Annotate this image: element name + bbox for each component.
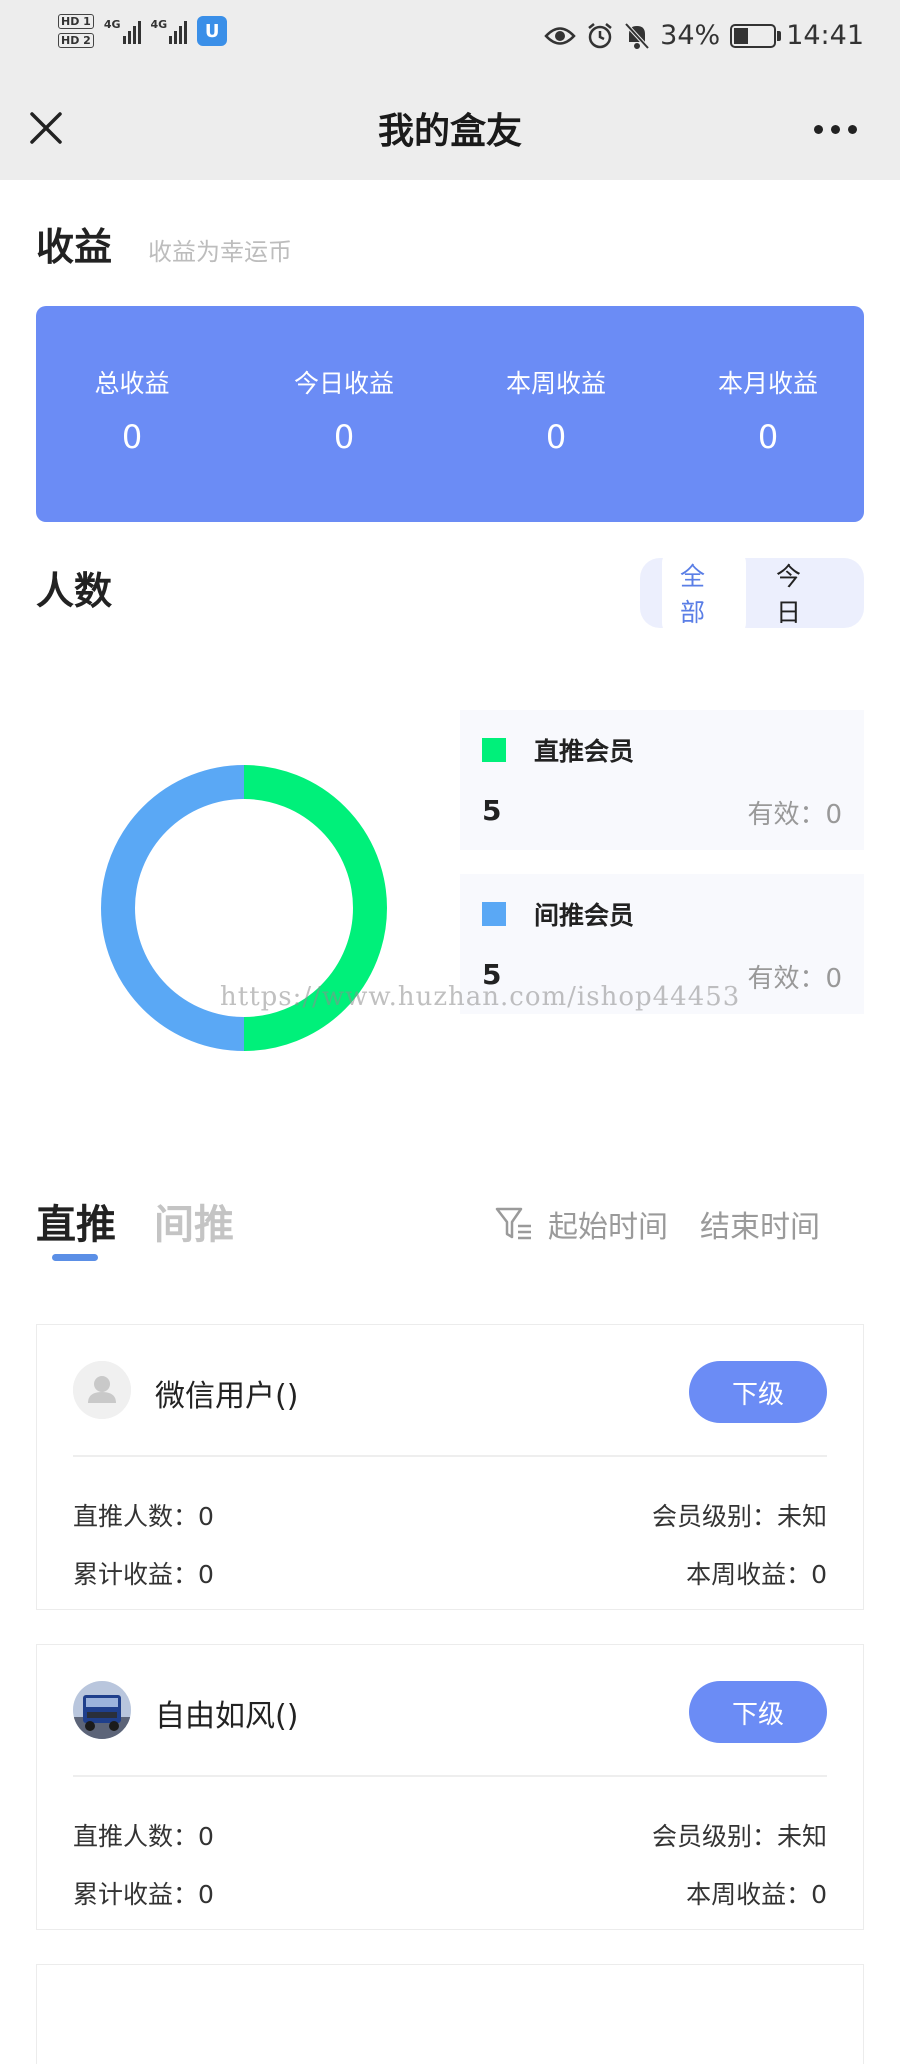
battery-percent: 34% bbox=[660, 20, 721, 51]
people-range-toggle: 全部 今日 bbox=[640, 549, 864, 637]
more-icon[interactable] bbox=[814, 114, 864, 144]
legend-direct-swatch bbox=[482, 738, 506, 762]
member-total-label: 累计收益： bbox=[73, 1880, 199, 1909]
member-week-label: 本周收益： bbox=[686, 1560, 812, 1589]
nav-bar: 我的盒友 bbox=[0, 78, 900, 180]
earnings-week-label: 本周收益 bbox=[505, 369, 606, 398]
member-tabs: 直推 间推 bbox=[36, 1192, 234, 1261]
earnings-today: 今日收益 0 bbox=[284, 364, 404, 522]
member-direct-count: 直推人数：0 bbox=[73, 1497, 214, 1533]
status-left: HD 1 HD 2 4G 4G U bbox=[58, 14, 228, 48]
member-direct-label: 直推人数： bbox=[73, 1822, 199, 1851]
tab-indirect[interactable]: 间推 bbox=[154, 1192, 234, 1250]
earnings-week: 本周收益 0 bbox=[496, 364, 616, 522]
member-level-value: 未知 bbox=[776, 1502, 827, 1531]
member-card: 自由如风() 下级 直推人数：0 会员级别：未知 累计收益：0 本周收益：0 bbox=[36, 1644, 864, 1930]
eye-icon bbox=[544, 26, 576, 45]
network-hd1: HD 1 bbox=[58, 14, 94, 29]
member-total-earnings: 累计收益：0 bbox=[73, 1875, 214, 1911]
toggle-all[interactable]: 全部 bbox=[662, 549, 746, 637]
start-time-picker[interactable]: 起始时间 bbox=[548, 1202, 668, 1246]
legend-direct-valid-label: 有效： bbox=[747, 800, 826, 830]
signal-label-1: 4G bbox=[103, 18, 121, 31]
member-week-value: 0 bbox=[811, 1560, 827, 1589]
legend-direct: 直推会员 5 有效：0 bbox=[460, 710, 864, 850]
earnings-total: 总收益 0 bbox=[72, 364, 192, 522]
member-total-label: 累计收益： bbox=[73, 1560, 199, 1589]
people-title: 人数 bbox=[36, 569, 113, 613]
legend-indirect-swatch bbox=[482, 902, 506, 926]
status-right: 34% 14:41 bbox=[544, 20, 864, 51]
earnings-month: 本月收益 0 bbox=[708, 364, 828, 522]
network-indicators: HD 1 HD 2 bbox=[58, 14, 94, 48]
filter-icon[interactable] bbox=[494, 1204, 534, 1244]
tab-active-indicator bbox=[52, 1254, 98, 1261]
member-week-label: 本周收益： bbox=[686, 1880, 812, 1909]
member-name: 自由如风() bbox=[155, 1699, 299, 1734]
subordinates-button[interactable]: 下级 bbox=[689, 1681, 827, 1743]
signal-icon-1: 4G bbox=[104, 18, 141, 44]
member-level-label: 会员级别： bbox=[651, 1502, 777, 1531]
end-time-picker[interactable]: 结束时间 bbox=[700, 1202, 820, 1246]
network-hd2-label: HD 2 bbox=[58, 33, 94, 48]
earnings-month-label: 本月收益 bbox=[717, 369, 818, 398]
member-direct-count: 直推人数：0 bbox=[73, 1817, 214, 1853]
member-card-partial bbox=[36, 1964, 864, 2064]
subordinates-button[interactable]: 下级 bbox=[689, 1361, 827, 1423]
member-level: 会员级别：未知 bbox=[652, 1817, 827, 1853]
earnings-today-label: 今日收益 bbox=[293, 369, 394, 398]
legend-direct-valid-value: 0 bbox=[825, 800, 842, 830]
earnings-title: 收益 bbox=[36, 225, 113, 269]
earnings-card: 总收益 0 今日收益 0 本周收益 0 本月收益 0 bbox=[36, 306, 864, 522]
legend-direct-name: 直推会员 bbox=[534, 737, 635, 766]
earnings-week-value: 0 bbox=[545, 418, 567, 456]
member-level: 会员级别：未知 bbox=[652, 1497, 827, 1533]
tab-indirect-label: 间推 bbox=[154, 1202, 234, 1248]
watermark: https://www.huzhan.com/ishop44453 bbox=[220, 982, 741, 1012]
mute-bell-icon bbox=[624, 22, 650, 49]
member-direct-label: 直推人数： bbox=[73, 1502, 199, 1531]
earnings-total-value: 0 bbox=[121, 418, 143, 456]
tab-direct-label: 直推 bbox=[36, 1202, 116, 1248]
date-filter: 起始时间 结束时间 bbox=[494, 1202, 820, 1246]
member-week-earnings: 本周收益：0 bbox=[686, 1875, 827, 1911]
earnings-month-value: 0 bbox=[757, 418, 779, 456]
toggle-today[interactable]: 今日 bbox=[758, 549, 842, 637]
member-total-value: 0 bbox=[198, 1880, 214, 1909]
legend-direct-count: 5 bbox=[482, 794, 502, 827]
legend-indirect-name: 间推会员 bbox=[534, 901, 635, 930]
network-hd1-label: HD 1 bbox=[58, 14, 94, 29]
member-level-label: 会员级别： bbox=[651, 1822, 777, 1851]
legend-indirect-valid-value: 0 bbox=[825, 964, 842, 994]
legend-direct-valid: 有效：0 bbox=[747, 794, 842, 831]
member-week-earnings: 本周收益：0 bbox=[686, 1555, 827, 1591]
status-bar: HD 1 HD 2 4G 4G U 34% 14:41 bbox=[0, 0, 900, 78]
alarm-icon bbox=[588, 22, 612, 48]
avatar-placeholder-icon bbox=[73, 1361, 131, 1419]
member-direct-value: 0 bbox=[198, 1822, 214, 1851]
card-divider bbox=[73, 1775, 827, 1777]
card-divider bbox=[73, 1455, 827, 1457]
member-week-value: 0 bbox=[811, 1880, 827, 1909]
avatar-truck-icon bbox=[73, 1681, 131, 1739]
earnings-subtitle: 收益为幸运币 bbox=[148, 238, 292, 266]
tab-direct[interactable]: 直推 bbox=[36, 1192, 116, 1261]
app-notification-icon: U bbox=[197, 16, 228, 46]
member-total-value: 0 bbox=[198, 1560, 214, 1589]
battery-icon bbox=[730, 23, 782, 48]
page-title: 我的盒友 bbox=[377, 111, 522, 152]
member-card: 微信用户() 下级 直推人数：0 会员级别：未知 累计收益：0 本周收益：0 bbox=[36, 1324, 864, 1610]
member-direct-value: 0 bbox=[198, 1502, 214, 1531]
legend-indirect-valid-label: 有效： bbox=[747, 964, 826, 994]
network-hd2: HD 2 bbox=[58, 33, 94, 48]
member-level-value: 未知 bbox=[776, 1822, 827, 1851]
earnings-today-value: 0 bbox=[333, 418, 355, 456]
earnings-total-label: 总收益 bbox=[94, 369, 170, 398]
clock: 14:41 bbox=[786, 20, 864, 51]
legend-indirect-valid: 有效：0 bbox=[747, 958, 842, 995]
signal-label-2: 4G bbox=[150, 18, 168, 31]
signal-icon-2: 4G bbox=[151, 18, 188, 44]
member-name: 微信用户() bbox=[155, 1379, 299, 1414]
member-total-earnings: 累计收益：0 bbox=[73, 1555, 214, 1591]
